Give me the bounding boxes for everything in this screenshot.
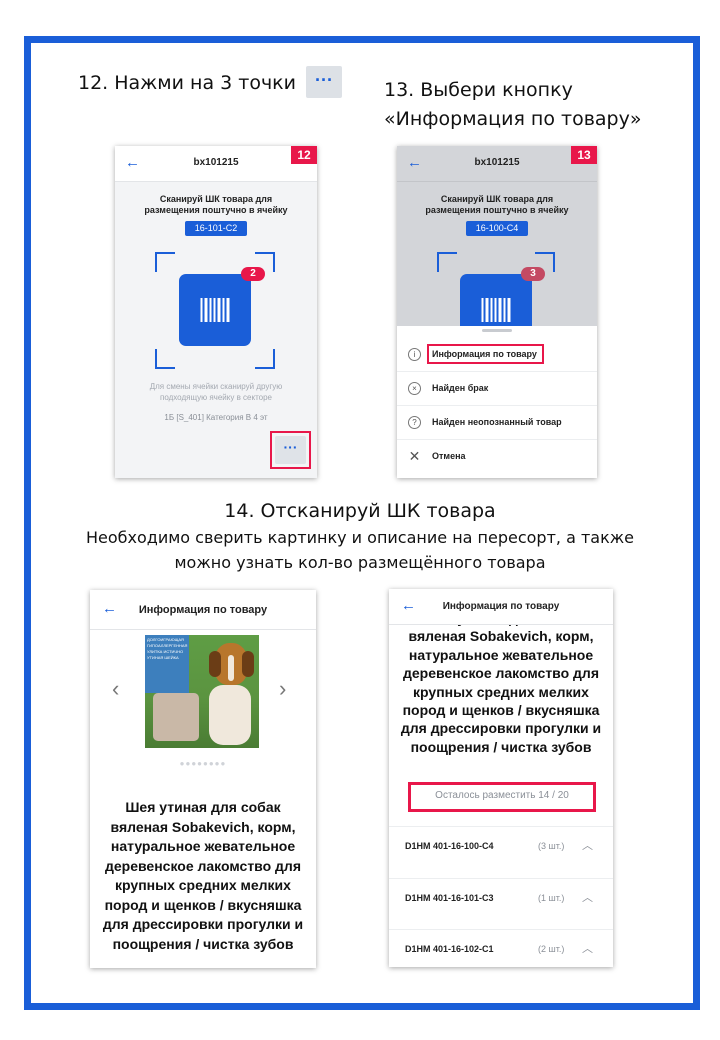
header-title: Информация по товару: [138, 604, 268, 616]
location-qty: (2 шт.): [538, 944, 565, 954]
location-code: D1HM 401-16-102-C1: [405, 944, 494, 954]
step14-subtitle-line1: Необходимо сверить картинку и описание н…: [85, 528, 635, 547]
remaining-highlight: Осталось разместить 14 / 20: [408, 782, 596, 812]
question-icon: ?: [408, 416, 421, 429]
carousel-pager: ●●●●●●●●: [179, 759, 227, 768]
screenshot-step14-product: ← Информация по товару ‹ › ДОЛГОИГРАЮЩАЯ…: [90, 590, 316, 968]
scan-instruction: Сканируй ШК товара для размещения поштуч…: [144, 194, 288, 215]
scan-frame-corner: [437, 252, 457, 272]
scan-count-badge: 2: [241, 267, 265, 281]
menu-item-label: Отмена: [432, 451, 466, 461]
chevron-up-icon[interactable]: ︿: [582, 940, 593, 956]
step14-subtitle: Необходимо сверить картинку и описание н…: [0, 525, 720, 575]
location-row[interactable]: D1HM 401-16-102-C1 (2 шт.) ︿: [389, 929, 613, 967]
product-title: Шея утиная для собак вяленая Sobakevich,…: [400, 610, 602, 755]
dog-body: [209, 685, 251, 745]
screenshot-step13: ← bx101215 13 Сканируй ШК товара для раз…: [397, 146, 597, 478]
step13-title-line2: «Информация по товару»: [384, 108, 642, 130]
location-qty: (1 шт.): [538, 893, 565, 903]
remaining-to-place: Осталось разместить 14 / 20: [435, 790, 569, 801]
menu-item-cancel[interactable]: ✕ Отмена: [397, 440, 597, 474]
menu-item-unknown-product[interactable]: ? Найден неопознанный товар: [397, 406, 597, 440]
hint-text: Для смены ячейки сканируй другую подходя…: [149, 382, 283, 402]
scan-frame-corner: [155, 349, 175, 369]
location-row[interactable]: D1HM 401-16-100-C4 (3 шт.) ︿: [389, 826, 613, 866]
more-dots-icon: ···: [306, 66, 342, 98]
location-row[interactable]: D1HM 401-16-101-C3 (1 шт.) ︿: [389, 878, 613, 918]
info-icon: i: [408, 348, 421, 361]
cell-chip: 16-100-C4: [466, 221, 528, 236]
close-icon: ✕: [408, 448, 421, 464]
screenshot-step12: ← bx101215 12 Сканируй ШК товара для раз…: [115, 146, 317, 478]
chevron-up-icon[interactable]: ︿: [582, 889, 593, 905]
step-number-badge: 12: [291, 146, 317, 164]
chevron-up-icon[interactable]: ︿: [582, 837, 593, 853]
step-number-badge: 13: [571, 146, 597, 164]
product-photo: ДОЛГОИГРАЮЩАЯ ГИПОАЛЛЕРГЕННАЯ УЛИТКА ИСТ…: [145, 635, 259, 748]
step13-title-line1: 13. Выбери кнопку: [384, 79, 573, 101]
step14-title: 14. Отсканируй ШК товара: [224, 500, 496, 522]
step12-title: 12. Нажми на 3 точки: [78, 72, 296, 94]
defect-icon: ×: [408, 382, 421, 395]
menu-item-product-info[interactable]: i Информация по товару: [397, 338, 597, 372]
scan-frame-corner: [155, 252, 175, 272]
action-sheet: i Информация по товару × Найден брак ? Н…: [397, 326, 597, 478]
scan-frame-corner: [255, 349, 275, 369]
location-code: D1HM 401-16-101-C3: [405, 893, 494, 903]
scan-count-badge: 3: [521, 267, 545, 281]
menu-item-label: Найден брак: [432, 383, 489, 393]
header-title: bx101215: [474, 157, 520, 168]
carousel-prev-icon[interactable]: ‹: [112, 676, 119, 702]
scan-instruction: Сканируй ШК товара для размещения поштуч…: [425, 194, 569, 215]
dog-blaze: [228, 655, 234, 681]
step14-subtitle-line2: можно узнать кол-во размещённого товара: [174, 553, 546, 572]
header-title: Информация по товару: [442, 601, 560, 612]
cell-chip: 16-101-C2: [185, 221, 247, 236]
location-code: D1HM 401-16-100-C4: [405, 841, 494, 851]
app-header: ← Информация по товару: [90, 590, 316, 630]
header-title: bx101215: [193, 157, 239, 168]
highlight-box: [427, 344, 544, 364]
carousel-next-icon[interactable]: ›: [279, 676, 286, 702]
photo-banner: ДОЛГОИГРАЮЩАЯ ГИПОАЛЛЕРГЕННАЯ УЛИТКА ИСТ…: [145, 635, 189, 693]
app-header: ← bx101215 13: [397, 146, 597, 182]
screenshot-step14-placement: Шея утиная для собак вяленая Sobakevich,…: [389, 589, 613, 967]
dog-ear: [209, 651, 221, 677]
more-button[interactable]: ···: [275, 436, 306, 464]
menu-item-label: Найден неопознанный товар: [432, 417, 562, 427]
app-header: ← Информация по товару: [389, 589, 613, 625]
app-header: ← bx101215 12: [115, 146, 317, 182]
sheet-handle[interactable]: [482, 329, 512, 332]
more-button-highlight: ···: [270, 431, 311, 469]
step13-title: 13. Выбери кнопку «Информация по товару»: [384, 76, 641, 134]
barcode-icon: [179, 274, 251, 346]
menu-item-defect[interactable]: × Найден брак: [397, 372, 597, 406]
location-qty: (3 шт.): [538, 841, 565, 851]
product-pack: [153, 693, 199, 741]
category-text: 1Б [S_401] Категория В 4 эт: [164, 413, 268, 422]
dog-ear: [242, 651, 254, 677]
product-title: Шея утиная для собак вяленая Sobakevich,…: [102, 799, 304, 952]
